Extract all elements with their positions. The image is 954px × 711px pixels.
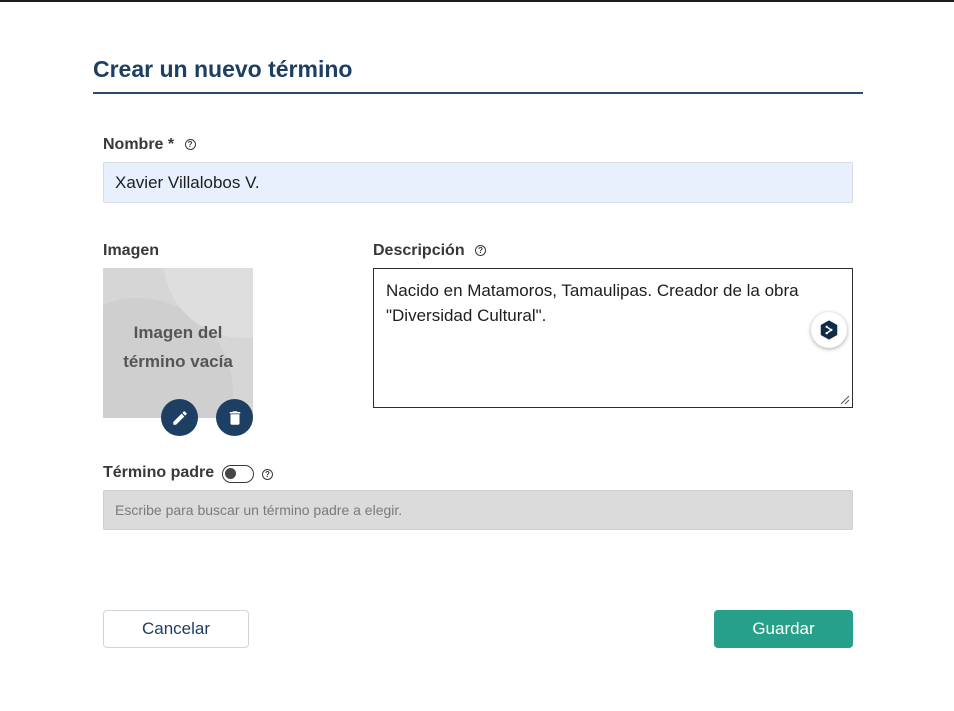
question-circle-icon[interactable]: ? (262, 469, 273, 480)
question-circle-icon[interactable]: ? (475, 245, 487, 257)
name-label-row: Nombre * ? (103, 136, 196, 154)
image-empty-line1: Imagen del (133, 323, 223, 342)
image-placeholder: Imagen del término vacía (103, 268, 253, 418)
image-label: Imagen (103, 242, 160, 259)
cancel-button[interactable]: Cancelar (103, 610, 249, 648)
parent-term-label: Término padre (103, 464, 215, 481)
save-button[interactable]: Guardar (714, 610, 853, 648)
description-label-row: Descripción ? (373, 242, 487, 260)
name-label: Nombre * (103, 136, 175, 153)
modal-title: Crear un nuevo término (93, 56, 353, 82)
trash-icon (229, 410, 240, 425)
image-empty-line2: término vacía (123, 352, 233, 371)
description-label: Descripción (373, 242, 465, 259)
edit-image-button[interactable] (161, 399, 198, 436)
image-empty-text: Imagen del término vacía (103, 318, 253, 376)
deepl-extension-button[interactable] (811, 312, 847, 348)
window-top-border (0, 0, 954, 2)
description-text: Nacido en Matamoros, Tamaulipas. Creador… (386, 281, 799, 325)
name-input[interactable] (103, 162, 853, 203)
delete-image-button[interactable] (216, 399, 253, 436)
deepl-extension-icon (820, 320, 838, 340)
toggle-knob (225, 468, 236, 479)
resize-grip-icon[interactable] (840, 395, 850, 405)
question-circle-icon[interactable]: ? (184, 139, 196, 151)
pencil-icon (172, 410, 187, 425)
description-textarea[interactable]: Nacido en Matamoros, Tamaulipas. Creador… (373, 268, 853, 408)
parent-term-toggle[interactable] (222, 465, 254, 483)
title-divider (93, 92, 863, 94)
parent-term-search-input[interactable] (103, 490, 853, 530)
